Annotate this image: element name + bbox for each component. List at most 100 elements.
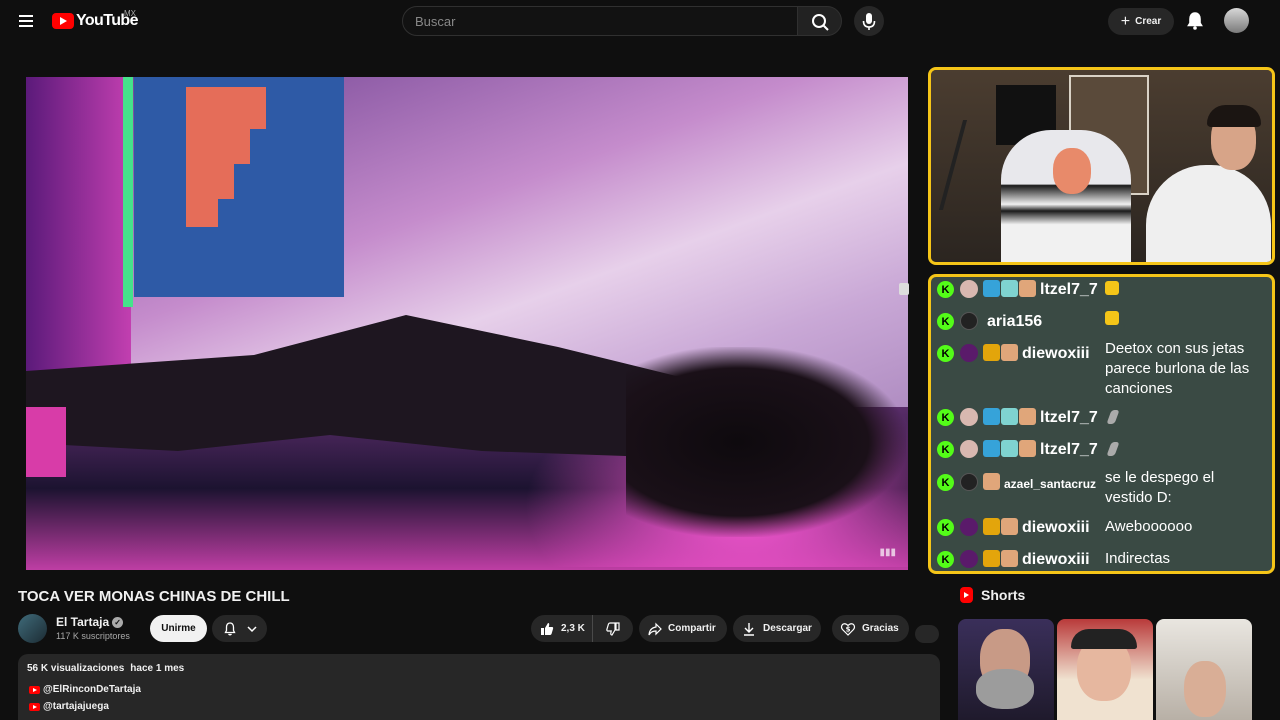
thumbs-up-icon [541, 622, 554, 635]
short-headset [1071, 629, 1137, 649]
account-avatar[interactable] [1224, 8, 1249, 33]
share-button[interactable]: Compartir [639, 615, 727, 642]
chat-badges [983, 440, 1036, 457]
emote-icon [1106, 410, 1120, 424]
webcam-face-left [1053, 148, 1091, 194]
chat-username[interactable]: ltzel7_7 [1040, 279, 1098, 300]
bell-icon [1187, 12, 1203, 30]
sub-badge-icon [1001, 518, 1018, 535]
channel-name[interactable]: El Tartaja [56, 615, 109, 629]
description-link[interactable]: @ElRinconDeTartaja [29, 684, 141, 695]
chat-username[interactable]: diewoxiii [1022, 343, 1090, 364]
crown-badge-icon [983, 550, 1000, 567]
shorts-heading: Shorts [960, 587, 1025, 603]
join-button[interactable]: Unirme [150, 615, 207, 642]
search-input[interactable] [403, 7, 797, 35]
chat-text: Indirectas [1105, 550, 1171, 567]
microphone-icon [862, 13, 876, 30]
chat-username[interactable]: diewoxiii [1022, 517, 1090, 538]
lock-icon [899, 283, 909, 295]
video-player[interactable]: ▮▮▮ [26, 77, 908, 570]
shorts-icon [960, 587, 973, 603]
youtube-logo[interactable]: YouTube MX [52, 9, 138, 31]
download-button[interactable]: Descargar [733, 615, 821, 642]
voice-search-button[interactable] [854, 6, 884, 36]
short-thumbnail[interactable] [958, 619, 1054, 720]
video-watermark-icon: ▮▮▮ [879, 547, 896, 558]
chat-message: K ltzel7_7 [937, 279, 1098, 300]
chat-username[interactable]: diewoxiii [1022, 549, 1090, 570]
chat-avatar [960, 550, 978, 568]
chat-message: K diewoxiii [937, 517, 1090, 538]
thumbs-down-icon [606, 621, 620, 636]
channel-link-text[interactable]: @ElRinconDeTartaja [43, 684, 141, 695]
webcam-hair-right [1207, 105, 1261, 127]
view-count: 56 K visualizaciones [27, 663, 125, 674]
short-thumbnail[interactable] [1156, 619, 1252, 720]
chat-message: K aria156 [937, 311, 1042, 332]
video-frame-stage-left [26, 77, 131, 377]
sub-badge-icon [1001, 550, 1018, 567]
video-frame-neon-strip [123, 77, 133, 307]
chat-avatar [960, 408, 978, 426]
description-link[interactable]: @tartajajuega [29, 701, 109, 712]
chat-username[interactable]: ltzel7_7 [1040, 439, 1098, 460]
video-frame-boot [26, 407, 66, 477]
shorts-title: Shorts [981, 587, 1026, 603]
super-thanks-icon: $ [840, 622, 856, 636]
sub-badge-icon [1019, 440, 1036, 457]
chat-message: K ltzel7_7 [937, 407, 1098, 428]
download-icon [744, 622, 754, 636]
channel-link-text[interactable]: @tartajajuega [43, 701, 109, 712]
like-count: 2,3 K [561, 623, 585, 634]
create-button[interactable]: + Crear [1108, 8, 1174, 35]
chat-message: K ltzel7_7 [937, 439, 1098, 460]
hammer-badge-icon [983, 280, 1000, 297]
chat-username[interactable]: ltzel7_7 [1040, 407, 1098, 428]
chat-badges [983, 408, 1036, 425]
emote-icon [1105, 281, 1119, 295]
kick-badge-icon: K [937, 519, 954, 536]
svg-text:$: $ [846, 625, 851, 633]
short-thumbnail[interactable] [1057, 619, 1153, 720]
share-icon [648, 622, 662, 635]
subscription-notifications-button[interactable] [212, 615, 267, 642]
video-title: TOCA VER MONAS CHINAS DE CHILL [18, 588, 290, 605]
search-icon [812, 14, 829, 31]
channel-name-row[interactable]: El Tartaja ✓ [56, 615, 124, 629]
like-button[interactable]: 2,3 K [531, 615, 593, 642]
description-box[interactable]: 56 K visualizaciones hace 1 mes @ElRincon… [18, 654, 940, 720]
country-code: MX [124, 9, 136, 18]
crown-badge-icon [983, 344, 1000, 361]
live-chat-overlay: K ltzel7_7 K aria156 K diewoxiii Deetox … [928, 274, 1275, 574]
notifications-button[interactable] [1184, 10, 1206, 32]
search-button[interactable] [797, 6, 842, 36]
streamer-webcam [928, 67, 1275, 265]
channel-avatar[interactable] [18, 614, 47, 643]
chat-message: K diewoxiii [937, 343, 1090, 364]
chat-badges [983, 518, 1018, 535]
more-actions-button[interactable] [915, 625, 939, 643]
sub-badge-icon [1001, 344, 1018, 361]
chat-avatar [960, 344, 978, 362]
hammer-badge-icon [983, 440, 1000, 457]
chat-avatar [960, 440, 978, 458]
like-dislike-group: 2,3 K [531, 615, 633, 642]
emote-icon [1106, 442, 1120, 456]
bell-icon [223, 621, 236, 635]
chat-avatar [960, 473, 978, 491]
youtube-small-icon [29, 702, 40, 711]
download-label: Descargar [763, 623, 812, 634]
kick-badge-icon: K [937, 345, 954, 362]
sub-badge-icon [1019, 408, 1036, 425]
subscriber-count: 117 K suscriptores [56, 631, 130, 641]
chat-badges [983, 344, 1018, 361]
kick-badge-icon: K [937, 441, 954, 458]
dislike-button[interactable] [593, 621, 633, 637]
kick-badge-icon: K [937, 409, 954, 426]
menu-icon[interactable] [14, 9, 38, 33]
chat-username[interactable]: azael_santacruz [1004, 474, 1096, 495]
sub-badge-icon [1019, 280, 1036, 297]
thanks-button[interactable]: $ Gracias [832, 615, 909, 642]
chat-username[interactable]: aria156 [987, 311, 1042, 332]
